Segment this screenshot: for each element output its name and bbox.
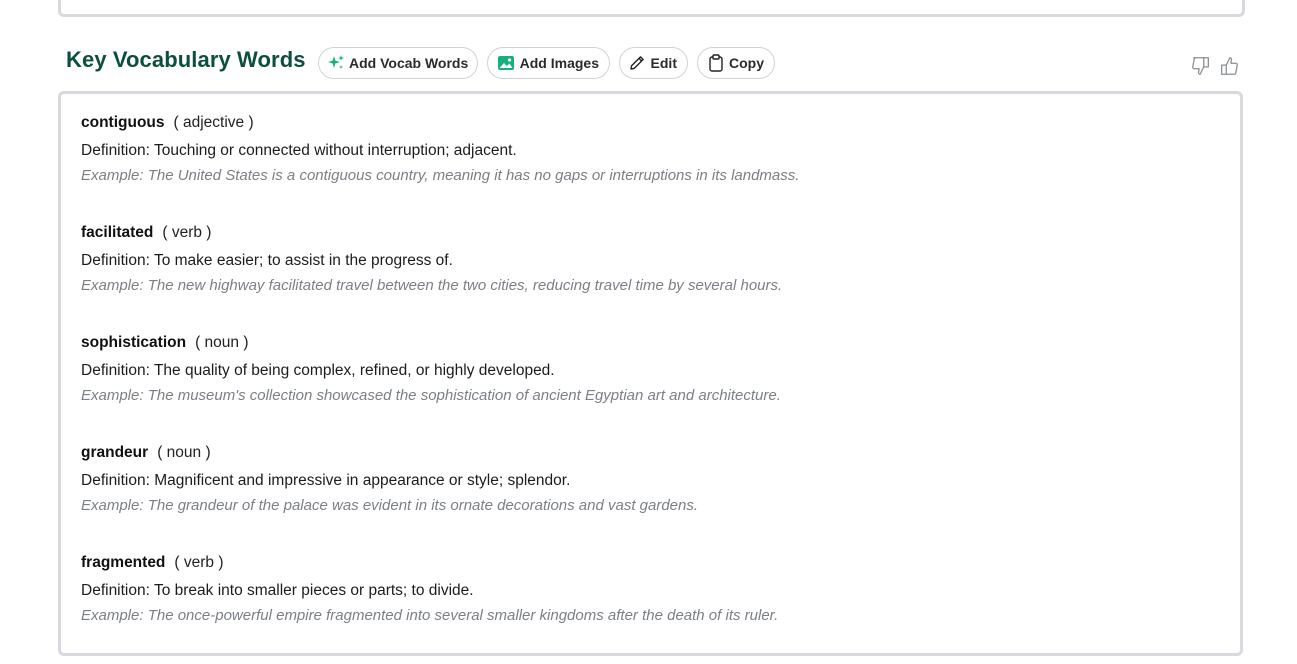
definition: Definition: To make easier; to assist in… [81, 252, 453, 269]
image-icon [496, 53, 516, 73]
part-of-speech: ( adjective ) [173, 114, 254, 131]
vocab-card: contiguous ( adjective ) Definition: Tou… [58, 91, 1243, 656]
word-line: contiguous ( adjective ) [81, 114, 1220, 136]
word-line: fragmented ( verb ) [81, 554, 1220, 576]
pencil-icon [628, 53, 647, 73]
definition: Definition: To break into smaller pieces… [81, 582, 474, 599]
part-of-speech: ( verb ) [162, 224, 212, 241]
part-of-speech: ( noun ) [157, 444, 211, 461]
vocab-word: grandeur [81, 444, 149, 461]
thumbs-up-icon[interactable] [1217, 54, 1241, 78]
copy-label: Copy [729, 55, 764, 71]
add-images-button[interactable]: Add Images [487, 47, 610, 79]
word-line: sophistication ( noun ) [81, 334, 1220, 356]
definition: Definition: Touching or connected withou… [81, 142, 517, 159]
thumbs-down-icon[interactable] [1189, 54, 1213, 78]
vocab-word: fragmented [81, 554, 166, 571]
vocab-header: Key Vocabulary Words Add Vocab Words Add… [66, 44, 1241, 82]
part-of-speech: ( noun ) [195, 334, 249, 351]
word-line: facilitated ( verb ) [81, 224, 1220, 246]
vocab-entry: contiguous ( adjective ) Definition: Tou… [81, 114, 1220, 224]
definition: Definition: The quality of being complex… [81, 362, 555, 379]
part-of-speech: ( verb ) [174, 554, 224, 571]
edit-button[interactable]: Edit [619, 47, 688, 79]
sparkle-icon [327, 53, 345, 73]
add-images-label: Add Images [519, 55, 599, 71]
vocab-word: facilitated [81, 224, 154, 241]
add-vocab-words-label: Add Vocab Words [349, 55, 469, 71]
vocab-word: sophistication [81, 334, 187, 351]
example: Example: The new highway facilitated tra… [81, 277, 783, 294]
definition: Definition: Magnificent and impressive i… [81, 472, 571, 489]
example: Example: The grandeur of the palace was … [81, 497, 699, 514]
vocab-list: contiguous ( adjective ) Definition: Tou… [81, 114, 1220, 664]
clipboard-icon [706, 53, 725, 73]
example: Example: The museum's collection showcas… [81, 387, 781, 404]
example: Example: The once-powerful empire fragme… [81, 607, 779, 624]
vocab-entry: sophistication ( noun ) Definition: The … [81, 334, 1220, 444]
word-line: grandeur ( noun ) [81, 444, 1220, 466]
copy-button[interactable]: Copy [697, 47, 775, 79]
vocab-entry: facilitated ( verb ) Definition: To make… [81, 224, 1220, 334]
add-vocab-words-button[interactable]: Add Vocab Words [318, 47, 478, 79]
vocab-entry: grandeur ( noun ) Definition: Magnificen… [81, 444, 1220, 554]
vocab-entry: fragmented ( verb ) Definition: To break… [81, 554, 1220, 664]
vocab-word: contiguous [81, 114, 165, 131]
edit-label: Edit [650, 55, 677, 71]
example: Example: The United States is a contiguo… [81, 167, 800, 184]
previous-section-card [58, 0, 1245, 17]
section-title: Key Vocabulary Words [66, 47, 306, 72]
feedback-controls [1189, 54, 1241, 78]
